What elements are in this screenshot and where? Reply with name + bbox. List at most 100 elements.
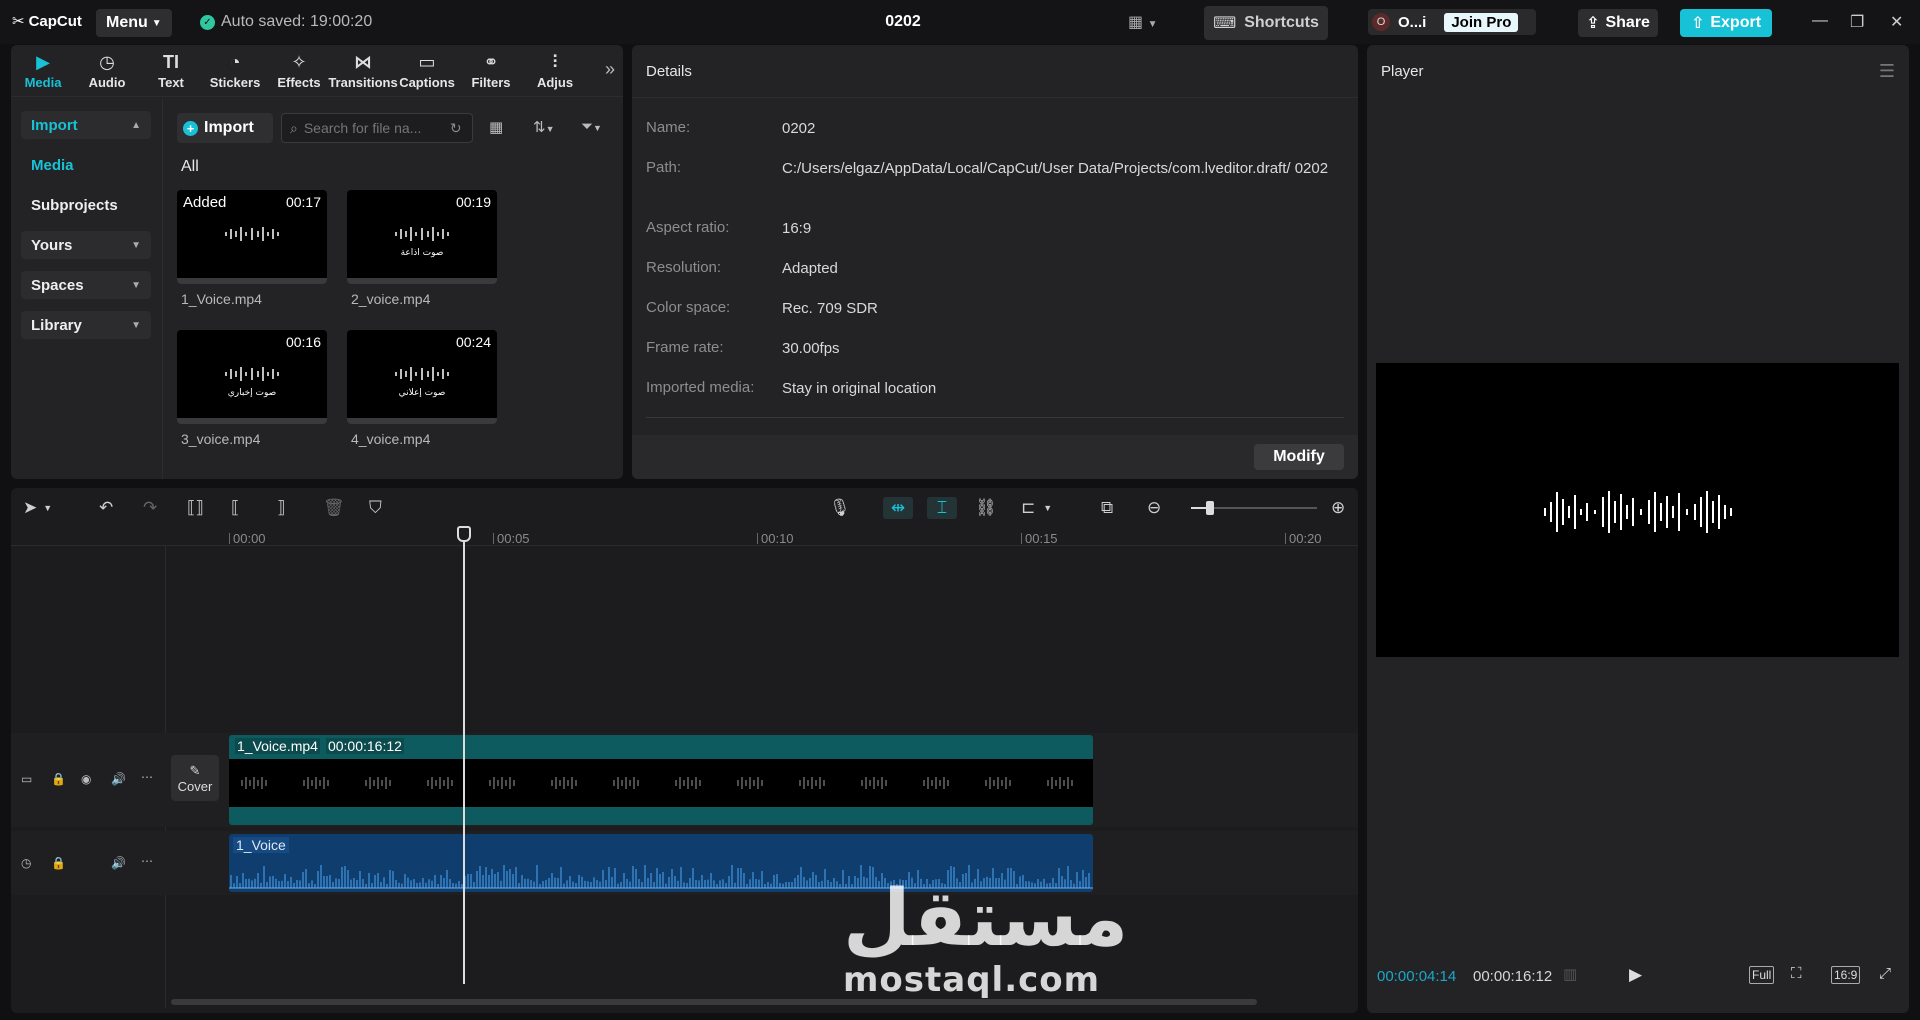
chevron-down-icon: ▼	[131, 279, 141, 291]
undo-icon[interactable]: ↶	[99, 497, 113, 519]
adjust-icon: ⫶	[552, 52, 558, 72]
tab-audio[interactable]: ◷ Audio	[75, 45, 139, 97]
user-account[interactable]: O O...i Join Pro	[1368, 9, 1536, 35]
tab-media[interactable]: ▶ Media	[11, 45, 75, 97]
share-button[interactable]: ⇪ Share	[1578, 9, 1658, 37]
thumb-caption: صوت اذاعة	[400, 248, 444, 258]
menu-button[interactable]: Menu ▼	[96, 9, 172, 37]
clip-name: 1_Voice	[233, 837, 289, 853]
waveform-icon	[395, 227, 449, 241]
export-button[interactable]: ⇧ Export	[1680, 9, 1772, 37]
split-right-icon[interactable]: ⟧	[277, 497, 285, 519]
play-icon[interactable]: ▶	[1629, 965, 1642, 985]
filter-icon[interactable]: ⏷▼	[581, 118, 602, 135]
playhead[interactable]	[463, 528, 465, 984]
more-icon[interactable]: ⋯	[141, 770, 153, 784]
aspect-ratio-button[interactable]: 16:9	[1831, 966, 1861, 984]
more-tabs-icon[interactable]: »	[605, 59, 615, 80]
player-panel: Player ☰ 00:00:04:14 00:00:16:12 ▥ ▶ Ful…	[1367, 45, 1909, 1013]
filter-all-label[interactable]: All	[181, 158, 199, 176]
timeline-frames-icon[interactable]: ▥	[1563, 965, 1577, 983]
share-icon: ⇪	[1586, 15, 1600, 32]
chevron-down-icon: ▼	[131, 239, 141, 251]
marker-icon[interactable]: ⛉	[369, 497, 382, 519]
sidebar-item-library[interactable]: Library ▼	[21, 311, 151, 339]
media-item[interactable]: Added 00:17	[177, 190, 327, 284]
effects-icon: ✧	[291, 52, 307, 72]
redo-icon[interactable]: ↷	[143, 497, 157, 519]
search-input[interactable]	[303, 120, 444, 136]
microphone-icon[interactable]: 🎙	[829, 497, 851, 519]
thumb-caption: صوت إخباري	[227, 388, 277, 398]
fullscreen-icon[interactable]: ⤢	[1879, 965, 1891, 982]
player-viewport[interactable]	[1376, 363, 1899, 657]
time-ruler[interactable]: 00:00 00:05 00:10 00:15 00:20	[11, 528, 1358, 546]
sidebar-item-media[interactable]: Media	[21, 151, 151, 179]
hamburger-menu-icon[interactable]: ☰	[1879, 61, 1895, 82]
video-clip[interactable]: 1_Voice.mp4 00:00:16:12	[229, 735, 1093, 825]
minimize-icon[interactable]: —	[1812, 12, 1828, 30]
sidebar-item-subprojects[interactable]: Subprojects	[21, 191, 151, 219]
tab-text[interactable]: TI Text	[139, 45, 203, 97]
zoom-in-icon[interactable]: ⊕	[1331, 497, 1345, 519]
select-tool-icon[interactable]: ➤ ▼	[23, 497, 52, 519]
full-quality-button[interactable]: Full	[1749, 966, 1775, 984]
sidebar-item-spaces[interactable]: Spaces ▼	[21, 271, 151, 299]
details-title: Details	[646, 63, 692, 80]
project-title[interactable]: 0202	[860, 13, 946, 31]
tab-stickers[interactable]: ◔ Stickers	[203, 45, 267, 97]
filters-icon: ⚭	[483, 52, 499, 72]
plus-icon: +	[183, 120, 198, 136]
tab-filters[interactable]: ⚭ Filters	[459, 45, 523, 97]
close-icon[interactable]: ✕	[1890, 12, 1903, 32]
lock-icon[interactable]: 🔒	[51, 856, 66, 870]
auto-snap-icon[interactable]: ⌶	[927, 497, 957, 519]
preview-axis-icon[interactable]: ⊏ ▼	[1021, 497, 1052, 519]
media-item[interactable]: 00:19 صوت اذاعة	[347, 190, 497, 284]
transitions-icon: ⋈	[354, 52, 372, 72]
more-icon[interactable]: ⋯	[141, 854, 153, 868]
refresh-icon[interactable]: ↻	[450, 120, 462, 137]
volume-icon[interactable]: 🔊	[111, 772, 126, 786]
media-item-name: 4_voice.mp4	[351, 431, 431, 447]
modify-button[interactable]: Modify	[1254, 444, 1344, 470]
eye-icon[interactable]: ◉	[81, 772, 91, 786]
autosave-status: ✓ Auto saved: 19:00:20	[200, 13, 372, 31]
cover-button[interactable]: ✎ Cover	[171, 755, 219, 801]
volume-icon[interactable]: 🔊	[111, 856, 126, 870]
zoom-out-icon[interactable]: ⊖	[1147, 497, 1161, 519]
media-item[interactable]: 00:24 صوت إعلاني	[347, 330, 497, 424]
capcut-logo: ✂ CapCut	[12, 12, 82, 31]
fit-view-icon[interactable]: ⛶	[1791, 965, 1802, 982]
split-icon[interactable]: ⟦⟧	[187, 497, 204, 519]
screen-icon[interactable]: ⧉	[1101, 497, 1113, 519]
grid-view-icon[interactable]: ▦	[489, 118, 503, 136]
layout-icon[interactable]: ▦ ▼	[1128, 12, 1157, 32]
import-button[interactable]: + Import	[177, 113, 273, 143]
tab-captions[interactable]: ▭ Captions	[395, 45, 459, 97]
watermark-latin: mostaql.com	[843, 960, 1101, 1000]
media-icon: ▶	[36, 52, 50, 72]
sidebar-item-import[interactable]: Import ▲	[21, 111, 151, 139]
join-pro-button[interactable]: Join Pro	[1444, 12, 1519, 32]
tab-adjust[interactable]: ⫶ Adjus	[523, 45, 587, 97]
zoom-slider-knob[interactable]	[1206, 501, 1214, 515]
restore-icon[interactable]: ❐	[1850, 12, 1864, 32]
lock-icon[interactable]: 🔒	[51, 772, 66, 786]
search-box[interactable]: ⌕ ↻	[281, 113, 473, 143]
media-item[interactable]: 00:16 صوت إخباري	[177, 330, 327, 424]
tab-transitions[interactable]: ⋈ Transitions	[328, 45, 397, 97]
tab-effects[interactable]: ✧ Effects	[267, 45, 331, 97]
delete-icon[interactable]: 🗑	[323, 497, 345, 519]
playhead-handle[interactable]	[457, 526, 471, 542]
sidebar-item-yours[interactable]: Yours ▼	[21, 231, 151, 259]
media-item-name: 2_voice.mp4	[351, 291, 431, 307]
link-icon[interactable]: ⛓	[975, 497, 997, 519]
details-panel: Details Name: 0202 Path: C:/Users/elgaz/…	[632, 45, 1358, 479]
magnet-main-track-icon[interactable]: ⇹	[883, 497, 913, 519]
user-name: O...i	[1398, 13, 1427, 31]
edit-icon: ✎	[189, 762, 201, 778]
sort-icon[interactable]: ⇅▼	[533, 118, 555, 136]
shortcuts-button[interactable]: ⌨ Shortcuts	[1204, 6, 1328, 40]
split-left-icon[interactable]: ⟦	[231, 497, 239, 519]
